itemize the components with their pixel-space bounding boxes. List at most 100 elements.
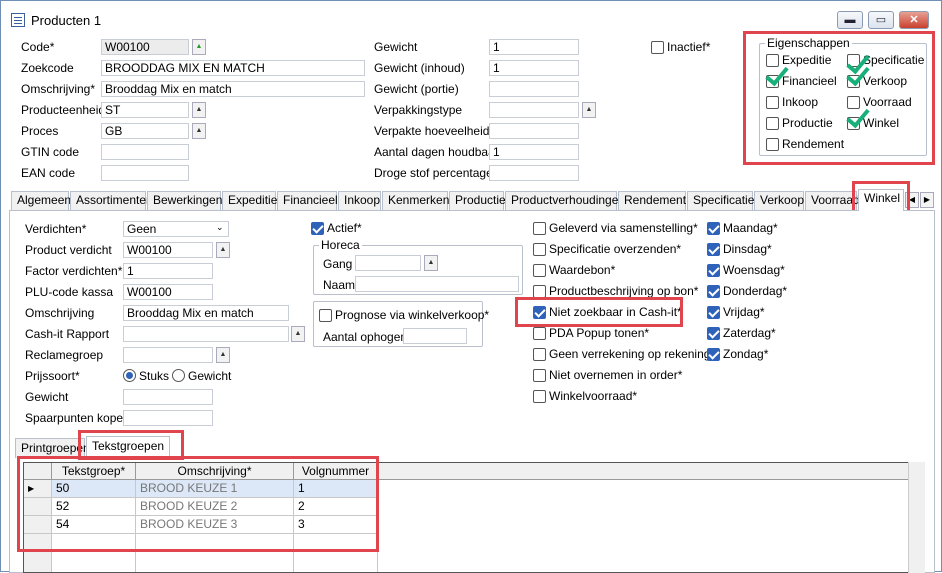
gang-field[interactable]	[355, 255, 421, 271]
tab-inkoop[interactable]: Inkoop	[338, 191, 381, 210]
ean-field[interactable]	[101, 165, 189, 181]
code-field[interactable]: W00100	[101, 39, 189, 55]
spaarpunten-label: Spaarpunten kopen	[25, 411, 130, 425]
gewicht-radio[interactable]	[172, 369, 185, 382]
tab-expeditie[interactable]: Expeditie	[222, 191, 277, 210]
pda-popup-label: PDA Popup tonen*	[549, 326, 650, 340]
prognose-checkbox[interactable]	[319, 309, 332, 322]
verpakte-hoeveelheid-label: Verpakte hoeveelheid	[374, 124, 490, 138]
code-up-button[interactable]: ▲	[192, 39, 206, 55]
tab-voorraad[interactable]: Voorraad	[805, 191, 860, 210]
verpakte-hoeveelheid-field[interactable]	[489, 123, 579, 139]
inactief-checkbox[interactable]	[651, 41, 664, 54]
zondag-checkbox[interactable]	[707, 348, 720, 361]
niet-zoekbaar-highlight	[515, 297, 683, 327]
producteenheid-dropdown-button[interactable]: ▲	[192, 102, 206, 118]
zaterdag-checkbox[interactable]	[707, 327, 720, 340]
waardebon-checkbox[interactable]	[533, 264, 546, 277]
gewicht-portie-field[interactable]	[489, 81, 579, 97]
geen-verrekening-checkbox[interactable]	[533, 348, 546, 361]
tab-kenmerken[interactable]: Kenmerken	[382, 191, 449, 210]
plu-field[interactable]: W00100	[123, 284, 213, 300]
zoekcode-field[interactable]: BROODDAG MIX EN MATCH	[101, 60, 365, 76]
droge-stof-label: Droge stof percentage	[374, 166, 493, 180]
producteenheid-field[interactable]: ST	[101, 102, 189, 118]
naam-field[interactable]	[355, 276, 519, 292]
woensdag-checkbox[interactable]	[707, 264, 720, 277]
subtab-printgroepen[interactable]: Printgroepen	[15, 438, 90, 458]
factor-verdichten-label: Factor verdichten*	[25, 264, 123, 278]
gewicht-inhoud-label: Gewicht (inhoud)	[374, 61, 465, 75]
verpakkingstype-label: Verpakkingstype	[374, 103, 463, 117]
pda-popup-checkbox[interactable]	[533, 327, 546, 340]
gewicht-field[interactable]: 1	[489, 39, 579, 55]
producteenheid-label: Producteenheid	[21, 103, 106, 117]
tab-winkel[interactable]: Winkel	[858, 189, 904, 211]
cashit-rapport-dropdown-button[interactable]: ▲	[291, 326, 305, 342]
reclamegroep-field[interactable]	[123, 347, 213, 363]
dinsdag-checkbox[interactable]	[707, 243, 720, 256]
tab-productverhoudingen[interactable]: Productverhoudingen	[505, 191, 625, 210]
proces-field[interactable]: GB	[101, 123, 189, 139]
ean-label: EAN code	[21, 166, 76, 180]
maandag-label: Maandag*	[723, 221, 778, 235]
winkel-omschrijving-field[interactable]: Brooddag Mix en match	[123, 305, 289, 321]
tab-assortimenten[interactable]: Assortimenten	[70, 191, 153, 210]
gtin-field[interactable]	[101, 144, 189, 160]
winkelvoorraad-checkbox[interactable]	[533, 390, 546, 403]
specificatie-overzenden-label: Specificatie overzenden*	[549, 242, 682, 256]
niet-overnemen-checkbox[interactable]	[533, 369, 546, 382]
donderdag-checkbox[interactable]	[707, 285, 720, 298]
houdbaar-field[interactable]: 1	[489, 144, 579, 160]
tab-scroll-right-button[interactable]: ▶	[920, 192, 934, 208]
maandag-checkbox[interactable]	[707, 222, 720, 235]
spaarpunten-field[interactable]	[123, 410, 213, 426]
tab-bewerkingen[interactable]: Bewerkingen	[147, 191, 222, 210]
verdichten-select[interactable]: Geen	[123, 221, 229, 237]
specificatie-overzenden-checkbox[interactable]	[533, 243, 546, 256]
winkelvoorraad-label: Winkelvoorraad*	[549, 389, 638, 403]
tab-financieel[interactable]: Financieel	[277, 191, 338, 210]
maximize-button[interactable]: ▭	[868, 11, 894, 29]
cashit-rapport-field[interactable]	[123, 326, 289, 342]
vrijdag-checkbox[interactable]	[707, 306, 720, 319]
table-empty-cell	[294, 552, 378, 572]
table-vertical-scrollbar[interactable]	[908, 462, 925, 573]
winkel-gewicht-field[interactable]	[123, 389, 213, 405]
geleverd-label: Geleverd via samenstelling*	[549, 221, 698, 235]
gang-dropdown-button[interactable]: ▲	[424, 255, 438, 271]
omschrijving-field[interactable]: Brooddag Mix en match	[101, 81, 365, 97]
prijssoort-label: Prijssoort*	[25, 369, 80, 383]
table-empty-cell	[52, 552, 136, 572]
tab-verkoop[interactable]: Verkoop	[754, 191, 804, 210]
actief-label: Actief*	[327, 221, 362, 235]
minimize-button[interactable]: ▬	[837, 11, 863, 29]
aantal-ophogen-field[interactable]	[403, 328, 467, 344]
reclamegroep-dropdown-button[interactable]: ▲	[216, 347, 230, 363]
droge-stof-field[interactable]	[489, 165, 579, 181]
tab-algemeen[interactable]: Algemeen	[11, 191, 71, 210]
tab-productie[interactable]: Productie	[449, 191, 506, 210]
stuks-radio[interactable]	[123, 369, 136, 382]
gewicht-label: Gewicht	[374, 40, 418, 54]
gewicht-inhoud-field[interactable]: 1	[489, 60, 579, 76]
verpakkingstype-field[interactable]	[489, 102, 579, 118]
horeca-title: Horeca	[319, 238, 362, 252]
geleverd-checkbox[interactable]	[533, 222, 546, 235]
product-verdicht-dropdown-button[interactable]: ▲	[216, 242, 230, 258]
geen-verrekening-label: Geen verrekening op rekening*	[549, 347, 716, 361]
verpakkingstype-dropdown-button[interactable]: ▲	[582, 102, 596, 118]
product-verdicht-label: Product verdicht	[25, 243, 112, 257]
chevron-down-icon: ⌄	[216, 222, 224, 232]
donderdag-label: Donderdag*	[723, 284, 788, 298]
proces-dropdown-button[interactable]: ▲	[192, 123, 206, 139]
stuks-label: Stuks	[139, 369, 170, 383]
product-verdicht-field[interactable]: W00100	[123, 242, 213, 258]
actief-checkbox[interactable]	[311, 222, 324, 235]
tab-specificatie[interactable]: Specificatie	[687, 191, 754, 210]
aantal-ophogen-label: Aantal ophogen	[323, 330, 408, 344]
factor-verdichten-field[interactable]: 1	[123, 263, 213, 279]
tab-rendement[interactable]: Rendement	[618, 191, 686, 210]
close-button[interactable]: ✕	[899, 11, 929, 29]
productbeschrijving-label: Productbeschrijving op bon*	[549, 284, 699, 298]
